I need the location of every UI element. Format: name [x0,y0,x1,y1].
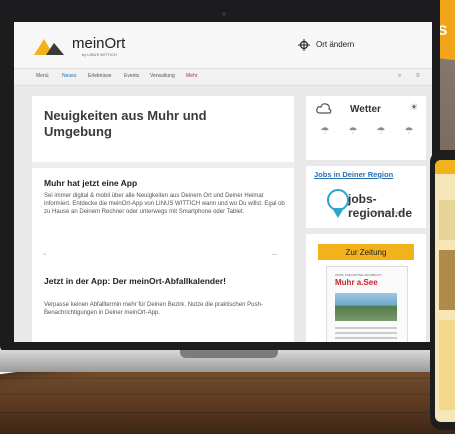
nav-item-neues[interactable]: Neues [62,73,76,79]
nav-item-menu[interactable]: Menü [36,73,49,79]
laptop-hinge-notch [180,350,278,358]
article-meta-right: — [272,252,277,258]
change-location-link[interactable]: Ort ändern [316,40,354,49]
app-header-bar [435,160,455,174]
newspaper-kicker: AMTS- UND MITTEILUNGSBLATT [335,273,382,277]
sun-icon: ☀ [410,102,419,112]
nav-item-events[interactable]: Events [124,73,139,79]
logo-subtitle: by LINUS WITTICH [82,52,117,57]
site-nav: Menü Neues Erlebnisse Events Verwaltung … [14,69,432,86]
meinort-logo-icon[interactable] [34,35,68,55]
rain-icon: ☂ [404,126,414,137]
section-divider [32,162,294,168]
weather-widget[interactable]: Wetter ☀ ☂ ☂ ☂ ☂ [306,96,426,160]
menu-icon[interactable]: ≡ [416,73,420,79]
logo-text[interactable]: meinOrt [72,35,125,52]
rain-icon: ☂ [348,126,358,137]
newspaper-title: Muhr a.See [335,278,378,287]
article-teaser: Sei immer digital & mobil über alle Neui… [44,193,285,215]
page-title: Neuigkeiten aus Muhr und Umgebung [44,108,207,139]
newspaper-cover[interactable]: AMTS- UND MITTEILUNGSBLATT Muhr a.See [326,266,408,342]
rain-icon: ☂ [376,126,386,137]
jobs-logo-text[interactable]: jobs-regional.de [348,192,426,220]
jobs-title-link[interactable]: Jobs in Deiner Region [314,170,393,179]
photo-scene: S meinOrt by LINUS WITTICH Ort ändern Me [0,0,455,434]
open-newspaper-button[interactable]: Zur Zeitung [318,244,414,260]
nav-item-verwaltung[interactable]: Verwaltung [150,73,175,79]
smartphone-screen [435,160,455,422]
article-meta-left: • [44,252,46,258]
rain-icon: ☂ [320,126,330,137]
news-column: Neuigkeiten aus Muhr und Umgebung Muhr h… [32,96,294,342]
jobs-widget: Jobs in Deiner Region jobs-regional.de b… [306,166,426,228]
search-icon[interactable]: ⌕ [398,73,401,80]
article-title[interactable]: Jetzt in der App: Der meinOrt-Abfallkale… [44,276,244,287]
laptop: meinOrt by LINUS WITTICH Ort ändern Menü… [0,0,440,352]
laptop-screen: meinOrt by LINUS WITTICH Ort ändern Menü… [14,22,432,342]
webcam [222,12,226,16]
newspaper-widget: Zur Zeitung AMTS- UND MITTEILUNGSBLATT M… [306,234,426,342]
nav-item-erlebnisse[interactable]: Erlebnisse [88,73,111,79]
smartphone [430,150,455,430]
newspaper-cover-photo [335,293,397,321]
nav-item-more[interactable]: Mehr [186,73,197,79]
cloud-icon [316,103,332,114]
site-header: meinOrt by LINUS WITTICH Ort ändern [14,22,432,69]
location-target-icon[interactable] [298,39,310,51]
weather-title: Wetter [350,104,381,115]
article-title[interactable]: Muhr hat jetzt eine App [44,178,137,188]
sidebar: Wetter ☀ ☂ ☂ ☂ ☂ Jobs in Deiner Region j… [306,96,426,342]
jobs-logo-subtitle: by LINUS WITTICH [368,210,403,215]
article-teaser: Verpasse keinen Abfalltermin mehr für De… [44,302,263,316]
